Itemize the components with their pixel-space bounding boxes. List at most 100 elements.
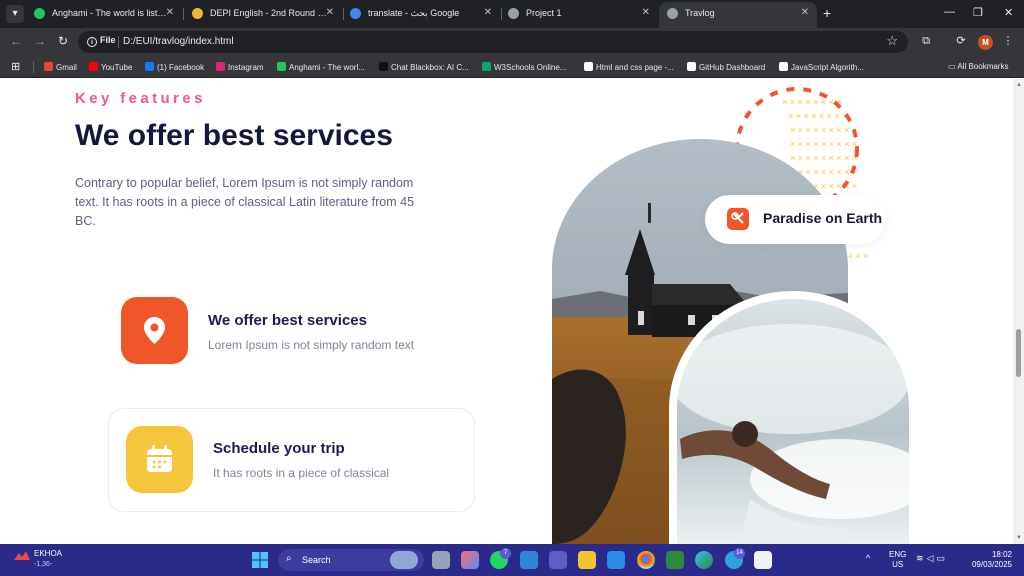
- wifi-icon: ≋: [916, 553, 927, 563]
- feature-card[interactable]: We offer best services Lorem Ipsum is no…: [108, 279, 475, 383]
- site-info-chip[interactable]: i File: [87, 35, 116, 47]
- calendar-app-icon[interactable]: [754, 551, 772, 569]
- language-indicator[interactable]: ENG US: [889, 550, 906, 570]
- section-kicker: Key features: [75, 90, 206, 107]
- teams-icon[interactable]: [549, 551, 567, 569]
- search-highlight-icon: [390, 551, 418, 569]
- url-text[interactable]: D:/EUI/travlog/index.html: [123, 36, 234, 47]
- close-window-icon[interactable]: ✕: [1004, 6, 1013, 19]
- tray-overflow-icon[interactable]: ^: [866, 553, 870, 563]
- tab-close-icon[interactable]: ✕: [642, 2, 650, 24]
- bookmark-gmail[interactable]: Gmail: [44, 62, 77, 72]
- tab-close-icon[interactable]: ✕: [166, 2, 174, 24]
- bookmark-w3schools[interactable]: W3Schools Online...: [482, 62, 566, 72]
- bookmarks-divider: [33, 61, 34, 73]
- photos-icon[interactable]: [520, 551, 538, 569]
- sync-icon[interactable]: ⟳: [954, 34, 968, 48]
- calendar-icon: [147, 445, 172, 472]
- instagram-icon: [216, 62, 225, 71]
- tab-translate[interactable]: translate - بحث Google ✕: [342, 2, 500, 28]
- google-favicon-icon: [350, 8, 361, 19]
- globe-favicon-icon: [508, 8, 519, 19]
- battery-icon: ▭: [936, 553, 948, 563]
- task-view-icon[interactable]: [432, 551, 450, 569]
- feature-title: We offer best services: [208, 312, 367, 329]
- bookmark-html-css[interactable]: Html and css page -...: [584, 62, 674, 72]
- scroll-thumb[interactable]: [1016, 329, 1021, 377]
- telegram-badge: 14: [734, 548, 745, 559]
- chrome-icon[interactable]: [637, 551, 655, 569]
- bookmark-javascript[interactable]: JavaScript Algorith...: [779, 62, 864, 72]
- forward-arrow-icon[interactable]: →: [34, 34, 46, 48]
- globe-favicon-icon: [667, 8, 678, 19]
- bookmark-instagram[interactable]: Instagram: [216, 62, 264, 72]
- weather-icon: [14, 551, 30, 560]
- restore-icon[interactable]: ❐: [973, 6, 983, 19]
- extensions-icon[interactable]: ⧉: [919, 34, 933, 48]
- windows-start-icon[interactable]: [252, 552, 268, 568]
- browser-toolbar: ← → ↻ i File D:/EUI/travlog/index.html ☆ …: [0, 28, 1024, 56]
- bookmarks-bar: ⊞ Gmail YouTube (1) Facebook Instagram A…: [0, 56, 1024, 78]
- copilot-icon[interactable]: [461, 551, 479, 569]
- badge-text: Paradise on Earth: [763, 210, 883, 226]
- page-viewport: Key features We offer best services Cont…: [0, 79, 1013, 544]
- section-description: Contrary to popular belief, Lorem Ipsum …: [75, 176, 415, 228]
- tab-search-button[interactable]: ▾: [6, 5, 24, 23]
- system-clock[interactable]: 18:02 09/03/2025: [970, 550, 1012, 570]
- tab-close-icon[interactable]: ✕: [326, 2, 334, 24]
- vscode-icon[interactable]: [607, 551, 625, 569]
- svg-text:× × × × × × × ×: × × × × × × × ×: [788, 111, 848, 121]
- youtube-icon: [89, 62, 98, 71]
- location-pin-icon: [144, 317, 165, 344]
- bookmark-youtube[interactable]: YouTube: [89, 62, 132, 72]
- tab-travlog[interactable]: Travlog ✕: [659, 2, 817, 28]
- page-scrollbar[interactable]: ▲ ▼: [1013, 79, 1024, 544]
- github-icon: [687, 62, 696, 71]
- tray-status-icons[interactable]: ≋◁▭: [916, 553, 948, 564]
- map-pin-icon: [727, 208, 749, 230]
- feature-subtitle: It has roots in a piece of classical: [213, 466, 390, 480]
- new-tab-button[interactable]: +: [823, 5, 831, 21]
- tab-anghami[interactable]: Anghami - The world is listening ✕: [26, 2, 182, 28]
- minimize-icon[interactable]: —: [944, 6, 955, 18]
- feature-card[interactable]: Schedule your trip It has roots in a pie…: [108, 408, 475, 512]
- scroll-down-icon[interactable]: ▼: [1016, 535, 1022, 541]
- bookmark-blackbox[interactable]: Chat Blackbox: AI C...: [379, 62, 469, 72]
- profile-avatar[interactable]: M: [978, 35, 993, 50]
- drive-favicon-icon: [192, 8, 203, 19]
- gmail-icon: [44, 62, 53, 71]
- page-icon: [584, 62, 593, 71]
- info-icon: i: [87, 37, 97, 47]
- javascript-icon: [779, 62, 788, 71]
- w3schools-icon: [482, 62, 491, 71]
- section-heading: We offer best services: [75, 119, 393, 152]
- weather-widget[interactable]: EKHOA -1,36-: [12, 548, 62, 571]
- scroll-up-icon[interactable]: ▲: [1016, 82, 1022, 88]
- bookmark-facebook[interactable]: (1) Facebook: [145, 62, 204, 72]
- tab-close-icon[interactable]: ✕: [801, 2, 809, 24]
- search-icon: ⌕: [286, 553, 292, 564]
- svg-text:× × × × × × × ×: × × × × × × × ×: [782, 97, 842, 107]
- blackbox-icon: [379, 62, 388, 71]
- svg-text:× × × × × × × × ×: × × × × × × × × ×: [790, 139, 857, 149]
- bookmark-github[interactable]: GitHub Dashboard: [687, 62, 765, 72]
- tab-depi-english[interactable]: DEPI English - 2nd Round - Go ✕: [184, 2, 342, 28]
- menu-kebab-icon[interactable]: ⋮: [1001, 34, 1015, 48]
- file-explorer-icon[interactable]: [578, 551, 596, 569]
- bookmark-anghami[interactable]: Anghami - The worl...: [277, 62, 365, 72]
- volume-icon: ◁: [926, 553, 937, 563]
- back-arrow-icon[interactable]: ←: [10, 34, 22, 48]
- apps-grid-icon[interactable]: ⊞: [11, 60, 20, 73]
- tab-close-icon[interactable]: ✕: [484, 2, 492, 24]
- reload-icon[interactable]: ↻: [58, 34, 68, 48]
- anghami-app-icon[interactable]: [666, 551, 684, 569]
- bookmark-star-icon[interactable]: ☆: [886, 33, 898, 49]
- svg-text:× × × × × × × × ×: × × × × × × × × ×: [790, 153, 857, 163]
- taskbar-search[interactable]: ⌕ Search: [278, 549, 424, 571]
- feature-subtitle: Lorem Ipsum is not simply random text: [208, 338, 415, 352]
- all-bookmarks-button[interactable]: ▭ All Bookmarks: [948, 62, 1008, 71]
- tab-project-1[interactable]: Project 1 ✕: [500, 2, 658, 28]
- facebook-icon: [145, 62, 154, 71]
- edge-icon[interactable]: [695, 551, 713, 569]
- address-bar[interactable]: i File D:/EUI/travlog/index.html ☆: [78, 31, 908, 53]
